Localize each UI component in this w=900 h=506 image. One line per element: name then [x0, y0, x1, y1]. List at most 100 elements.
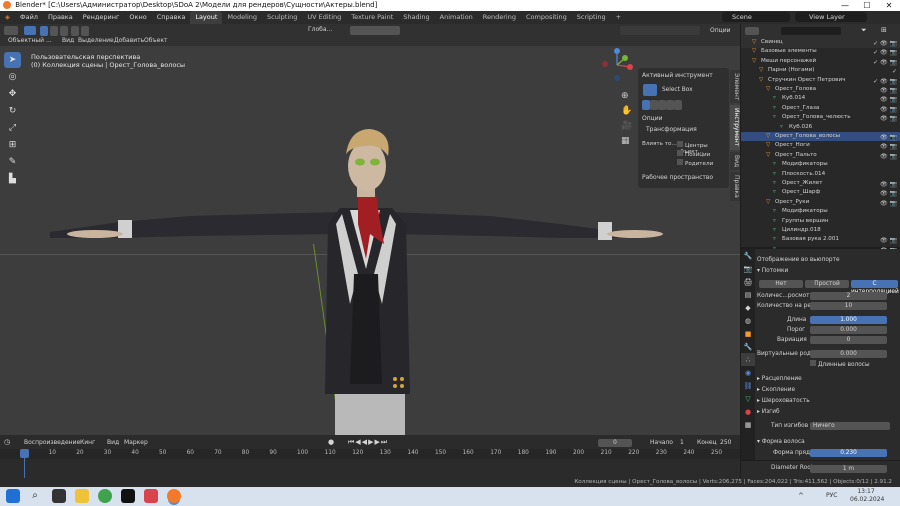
- select-box-tool-icon[interactable]: ➤: [4, 52, 21, 68]
- child-mode-none[interactable]: Нет: [759, 280, 803, 288]
- outliner-row[interactable]: ▿ Орест_Шарф 👁 📷: [741, 188, 900, 197]
- render-amount-field[interactable]: 10: [810, 302, 887, 310]
- outliner-row[interactable]: ▿ Орест_Голова_челюсть 👁 📷: [741, 113, 900, 122]
- outliner-row[interactable]: ▿ Орест_Глаза 👁 📷: [741, 104, 900, 113]
- scene-tab-icon[interactable]: ◆: [741, 301, 755, 314]
- cursor-tool-icon[interactable]: ◎: [4, 69, 21, 85]
- tray-chevron-icon[interactable]: ^: [798, 492, 804, 500]
- menu-window[interactable]: Окно: [124, 11, 151, 24]
- tab-item[interactable]: Элемент: [730, 70, 740, 104]
- long-hair-checkbox[interactable]: Длинные волосы: [810, 360, 900, 369]
- navigation-gizmo[interactable]: [600, 48, 634, 82]
- child-mode-interpolated[interactable]: С интерполяцией: [851, 280, 899, 295]
- menu-render[interactable]: Рендеринг: [78, 11, 125, 24]
- outliner-row[interactable]: ▽ Орест_Ноги 👁 📷: [741, 141, 900, 150]
- tab-tool[interactable]: Инструмент: [730, 105, 740, 150]
- workspace-tab-rendering[interactable]: Rendering: [478, 11, 521, 24]
- windows-start-icon[interactable]: [6, 489, 20, 503]
- scene-selector[interactable]: Scene: [722, 12, 790, 22]
- outliner-row[interactable]: ▽ Орест_Руки 👁 📷: [741, 198, 900, 207]
- blender-menu-icon[interactable]: ◈: [0, 11, 15, 24]
- workspace-tab-shading[interactable]: Shading: [398, 11, 434, 24]
- outliner-row[interactable]: ▽ Орест_Пальто 👁 📷: [741, 151, 900, 160]
- hair-shape-panel-header[interactable]: ▾ Форма волоса: [757, 438, 900, 447]
- strand-shape-field[interactable]: 0.230: [810, 449, 887, 457]
- kink-type-dropdown[interactable]: Ничего: [810, 422, 890, 430]
- clock-date[interactable]: 06.02.2024: [850, 496, 884, 503]
- perspective-grid-icon[interactable]: ▦: [621, 134, 632, 149]
- outliner-row[interactable]: ▽ Свинец ✓ 👁 📷: [741, 38, 900, 47]
- clock-time[interactable]: 13:17: [852, 488, 880, 495]
- workspace-tab-layout[interactable]: Layout: [190, 11, 223, 24]
- character-model[interactable]: [40, 124, 680, 435]
- rotate-tool-icon[interactable]: ↻: [4, 103, 21, 119]
- workspace-tab-sculpting[interactable]: Sculpting: [262, 11, 302, 24]
- annotate-tool-icon[interactable]: ✎: [4, 154, 21, 170]
- playback-controls-icon[interactable]: ⏮◀◀▶▶⏭: [348, 438, 388, 447]
- object-tab-icon[interactable]: ■: [741, 327, 755, 340]
- transform-tool-icon[interactable]: ⊞: [4, 137, 21, 153]
- pan-hand-icon[interactable]: ✋: [621, 104, 632, 119]
- outliner-row[interactable]: ▿ Модификаторы: [741, 207, 900, 216]
- workspace-tab-uv-editing[interactable]: UV Editing: [302, 11, 346, 24]
- render-tab-icon[interactable]: 📷: [741, 262, 755, 275]
- tab-edit[interactable]: Правка: [730, 171, 740, 201]
- outliner-row[interactable]: ▿ Куб.026: [741, 123, 900, 132]
- select-mode-button[interactable]: [24, 26, 36, 35]
- close-button[interactable]: ✕: [878, 0, 900, 11]
- randomness-field[interactable]: 0: [810, 336, 887, 344]
- record-button-icon[interactable]: ●: [328, 438, 334, 446]
- outliner-row[interactable]: ▿ Куб.014 👁 📷: [741, 94, 900, 103]
- affect-parents-checkbox[interactable]: Родители: [677, 159, 713, 167]
- transform-header[interactable]: Трансформация: [646, 126, 697, 133]
- menu-playback[interactable]: Воспроизведение: [24, 439, 80, 446]
- roughness-panel-header[interactable]: ▸ Шероховатость: [757, 397, 900, 406]
- menu-marker[interactable]: Маркер: [124, 439, 148, 446]
- outliner-row[interactable]: ▿ Плоскость.014: [741, 170, 900, 179]
- editor-type-button[interactable]: [4, 26, 18, 35]
- workspace-tab-texture-paint[interactable]: Texture Paint: [346, 11, 398, 24]
- start-frame-field[interactable]: 1: [680, 439, 684, 446]
- outliner-row[interactable]: ▽ Стручкин Орест Петрович ✓ 👁 📷: [741, 76, 900, 85]
- add-workspace-button[interactable]: +: [611, 11, 626, 24]
- zoom-icon[interactable]: ⊕: [621, 89, 632, 104]
- shading-controls[interactable]: [620, 26, 700, 35]
- menu-help[interactable]: Справка: [152, 11, 191, 24]
- texture-tab-icon[interactable]: ▦: [741, 418, 755, 431]
- outliner-row[interactable]: ▿ Цилиндр.018: [741, 226, 900, 235]
- threshold-field[interactable]: 0.000: [810, 326, 887, 334]
- kink-panel-header[interactable]: ▸ Изгиб: [757, 408, 900, 417]
- world-tab-icon[interactable]: ◍: [741, 314, 755, 327]
- transform-orientation-dropdown[interactable]: Глоба...: [308, 26, 332, 33]
- timeline-editor-icon[interactable]: ◷: [4, 438, 10, 446]
- clumping-panel-header[interactable]: ▸ Расцепление: [757, 375, 900, 384]
- menu-object[interactable]: Объект: [144, 37, 167, 44]
- menu-view[interactable]: Вид: [62, 37, 74, 44]
- outliner-row[interactable]: ▽ Орест_Голова 👁 📷: [741, 85, 900, 94]
- length-field[interactable]: 1.000: [810, 316, 887, 324]
- child-mode-simple[interactable]: Простой: [805, 280, 849, 288]
- material-tab-icon[interactable]: ●: [741, 405, 755, 418]
- options-header[interactable]: Опции: [642, 115, 663, 122]
- data-tab-icon[interactable]: ▽: [741, 392, 755, 405]
- options-dropdown[interactable]: Опции: [710, 27, 731, 34]
- menu-keying[interactable]: Кинг: [80, 439, 95, 446]
- virtual-parents-field[interactable]: 0.000: [810, 350, 887, 358]
- timeline-ruler[interactable]: 0102030405060708090100110120130140150160…: [0, 449, 740, 459]
- menu-view[interactable]: Вид: [107, 439, 119, 446]
- diameter-root-field[interactable]: 1 m: [810, 465, 887, 473]
- view-layer-tab-icon[interactable]: ▤: [741, 288, 755, 301]
- outliner-row[interactable]: ▿ Базовая рука 2.001 👁 📷: [741, 235, 900, 244]
- workspace-tab-modeling[interactable]: Modeling: [222, 11, 262, 24]
- menu-select[interactable]: Выделение: [78, 37, 114, 44]
- end-frame-field[interactable]: 250: [720, 439, 731, 446]
- affect-locations-checkbox[interactable]: Позиции: [677, 150, 710, 158]
- outliner-row[interactable]: ▿ Орест_Жилет 👁 📷: [741, 179, 900, 188]
- particles-tab-icon[interactable]: ∴: [741, 353, 755, 366]
- outliner-row[interactable]: ▽ Базовые элементы ✓ 👁 📷: [741, 47, 900, 56]
- active-tool-header[interactable]: Активный инструмент: [642, 72, 713, 79]
- search-icon[interactable]: ⌕: [28, 489, 42, 503]
- menu-edit[interactable]: Правка: [43, 11, 78, 24]
- viewport-display-panel-header[interactable]: Отображение во вьюпорте: [757, 256, 900, 265]
- camera-view-icon[interactable]: 🎥: [621, 119, 632, 134]
